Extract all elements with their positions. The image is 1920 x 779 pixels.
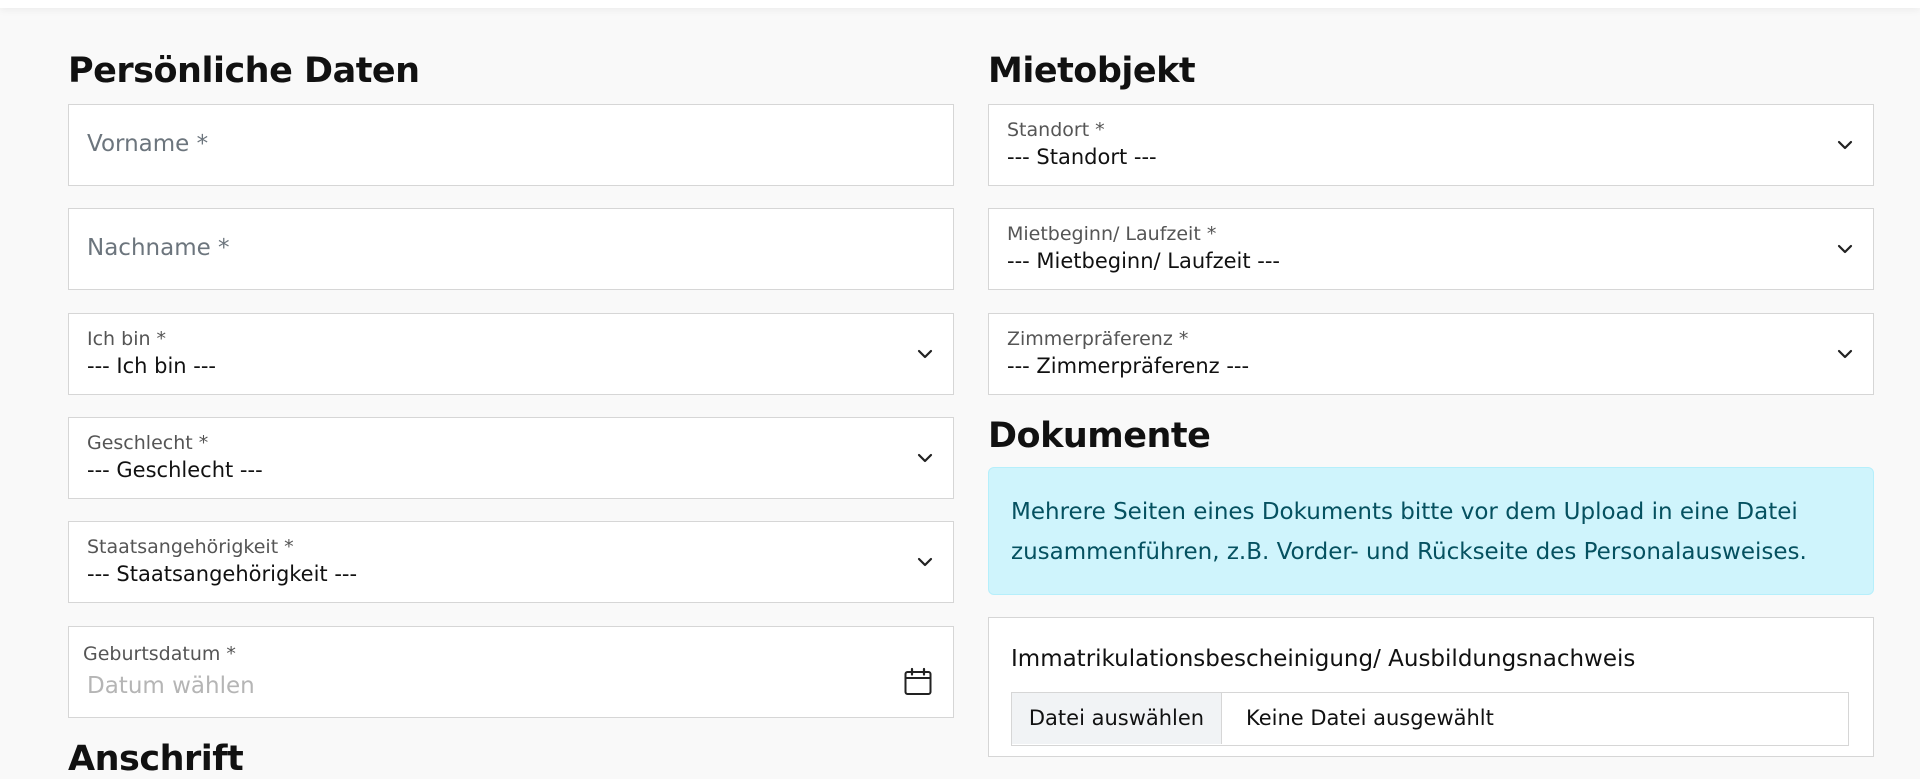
- mietobjekt-heading: Mietobjekt: [988, 51, 1196, 91]
- geschlecht-value: --- Geschlecht ---: [87, 458, 263, 482]
- staatsangehoerigkeit-label: Staatsangehörigkeit *: [87, 536, 294, 558]
- chevron-down-icon: [917, 453, 933, 463]
- info-line-2: zusammenführen, z.B. Vorder- und Rücksei…: [1011, 539, 1807, 565]
- info-line-1: Mehrere Seiten eines Dokuments bitte vor…: [1011, 499, 1798, 525]
- dokumente-heading: Dokumente: [988, 416, 1211, 456]
- vorname-input[interactable]: Vorname *: [68, 104, 954, 186]
- staatsangehoerigkeit-value: --- Staatsangehörigkeit ---: [87, 562, 358, 586]
- nachname-input[interactable]: Nachname *: [68, 208, 954, 290]
- chevron-down-icon: [1837, 244, 1853, 254]
- file-input[interactable]: Datei auswählen Keine Datei ausgewählt: [1011, 692, 1849, 746]
- vorname-placeholder: Vorname *: [87, 131, 209, 157]
- ich-bin-select[interactable]: Ich bin * --- Ich bin ---: [68, 313, 954, 395]
- upload-title: Immatrikulationsbescheinigung/ Ausbildun…: [1011, 646, 1636, 672]
- geburtsdatum-label: Geburtsdatum *: [83, 643, 236, 665]
- geschlecht-select[interactable]: Geschlecht * --- Geschlecht ---: [68, 417, 954, 499]
- geburtsdatum-placeholder: Datum wählen: [87, 673, 255, 699]
- chevron-down-icon: [1837, 349, 1853, 359]
- calendar-icon[interactable]: [903, 667, 933, 697]
- personal-heading: Persönliche Daten: [68, 51, 420, 91]
- zimmerpraeferenz-label: Zimmerpräferenz *: [1007, 328, 1189, 350]
- standort-label: Standort *: [1007, 119, 1105, 141]
- standort-select[interactable]: Standort * --- Standort ---: [988, 104, 1874, 186]
- geburtsdatum-input[interactable]: Geburtsdatum * Datum wählen: [68, 626, 954, 718]
- chevron-down-icon: [917, 349, 933, 359]
- ich-bin-label: Ich bin *: [87, 328, 167, 350]
- mietbeginn-value: --- Mietbeginn/ Laufzeit ---: [1007, 249, 1280, 273]
- staatsangehoerigkeit-select[interactable]: Staatsangehörigkeit * --- Staatsangehöri…: [68, 521, 954, 603]
- geschlecht-label: Geschlecht *: [87, 432, 209, 454]
- upload-card: Immatrikulationsbescheinigung/ Ausbildun…: [988, 617, 1874, 757]
- ich-bin-value: --- Ich bin ---: [87, 354, 217, 378]
- info-alert: Mehrere Seiten eines Dokuments bitte vor…: [988, 467, 1874, 595]
- nachname-placeholder: Nachname *: [87, 235, 230, 261]
- mietbeginn-label: Mietbeginn/ Laufzeit *: [1007, 223, 1217, 245]
- chevron-down-icon: [1837, 140, 1853, 150]
- standort-value: --- Standort ---: [1007, 145, 1157, 169]
- choose-file-button[interactable]: Datei auswählen: [1012, 693, 1222, 744]
- mietbeginn-select[interactable]: Mietbeginn/ Laufzeit * --- Mietbeginn/ L…: [988, 208, 1874, 290]
- zimmerpraeferenz-select[interactable]: Zimmerpräferenz * --- Zimmerpräferenz --…: [988, 313, 1874, 395]
- chevron-down-icon: [917, 557, 933, 567]
- zimmerpraeferenz-value: --- Zimmerpräferenz ---: [1007, 354, 1250, 378]
- file-status: Keine Datei ausgewählt: [1246, 706, 1494, 730]
- top-bar: [0, 0, 1920, 8]
